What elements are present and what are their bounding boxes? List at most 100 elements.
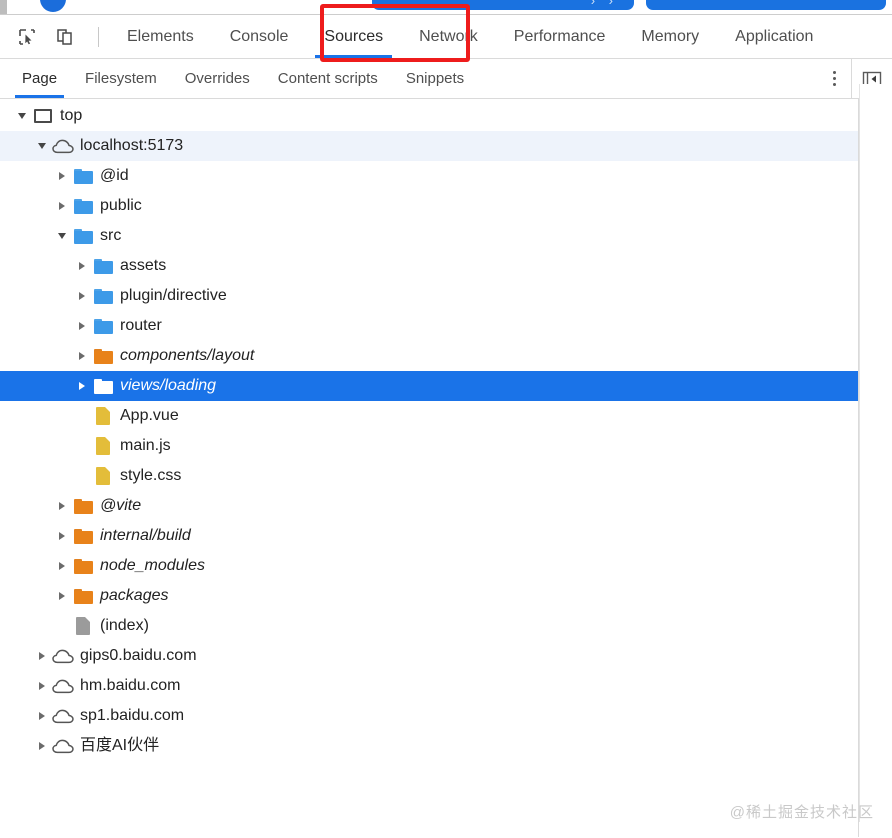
tree-row[interactable]: node_modules xyxy=(0,551,858,581)
chevron-right-icon[interactable] xyxy=(34,652,50,660)
tree-root: top localhost:5173 @id public src assets plugi… xyxy=(0,99,858,761)
subtab-filesystem[interactable]: Filesystem xyxy=(71,59,171,98)
tree-row[interactable]: style.css xyxy=(0,461,858,491)
tree-row[interactable]: plugin/directive xyxy=(0,281,858,311)
cloud-icon xyxy=(50,739,76,754)
folder-orange-icon xyxy=(70,558,96,574)
chevron-right-icon[interactable] xyxy=(54,532,70,540)
chevron-right-icon[interactable] xyxy=(34,742,50,750)
folder-blue-icon xyxy=(70,228,96,244)
tab-sources-label: Sources xyxy=(324,27,384,45)
tree-row[interactable]: 百度AI伙伴 xyxy=(0,731,858,761)
chevron-right-icon[interactable] xyxy=(74,382,90,390)
tab-elements[interactable]: Elements xyxy=(109,15,212,58)
subtab-page-label: Page xyxy=(22,70,58,87)
tab-application-label: Application xyxy=(735,27,814,45)
tree-row-label: App.vue xyxy=(120,407,179,424)
tab-performance[interactable]: Performance xyxy=(496,15,624,58)
chevron-down-icon[interactable] xyxy=(14,113,30,119)
tree-row[interactable]: sp1.baidu.com xyxy=(0,701,858,731)
navigator-file-tree[interactable]: top localhost:5173 @id public src assets plugi… xyxy=(0,99,859,837)
tree-row[interactable]: localhost:5173 xyxy=(0,131,858,161)
tree-row[interactable]: public xyxy=(0,191,858,221)
kebab-menu-icon[interactable] xyxy=(817,60,851,98)
tab-console[interactable]: Console xyxy=(212,15,307,58)
tree-row[interactable]: src xyxy=(0,221,858,251)
page-secondary-button[interactable] xyxy=(646,0,886,10)
chevron-right-icon[interactable] xyxy=(54,562,70,570)
window-left-edge-top xyxy=(0,0,7,14)
chevron-right-icon[interactable] xyxy=(74,292,90,300)
subtab-content-scripts[interactable]: Content scripts xyxy=(264,59,392,98)
tab-application[interactable]: Application xyxy=(717,15,831,58)
tree-row-label: components/layout xyxy=(120,347,255,364)
chevron-right-icon[interactable] xyxy=(74,352,90,360)
tab-sources[interactable]: Sources xyxy=(306,15,401,58)
tree-row-label: @vite xyxy=(100,497,142,514)
chevron-right-icon[interactable] xyxy=(54,202,70,210)
folder-blue-icon xyxy=(90,258,116,274)
navigator-subtabs: Page Filesystem Overrides Content script… xyxy=(0,59,478,98)
navigator-subtoolbar: Page Filesystem Overrides Content script… xyxy=(0,58,892,99)
chevron-down-icon[interactable] xyxy=(34,143,50,149)
doc-gray-icon xyxy=(70,617,96,635)
tree-row[interactable]: gips0.baidu.com xyxy=(0,641,858,671)
doc-yellow-icon xyxy=(90,437,116,455)
chevron-down-icon[interactable] xyxy=(54,233,70,239)
tab-memory[interactable]: Memory xyxy=(623,15,717,58)
tree-row-label: sp1.baidu.com xyxy=(80,707,185,724)
chevron-right-icon[interactable] xyxy=(74,262,90,270)
tree-row[interactable]: @vite xyxy=(0,491,858,521)
subtab-overrides[interactable]: Overrides xyxy=(171,59,264,98)
chevron-right-icon[interactable] xyxy=(34,712,50,720)
devtools-tabs: Elements Console Sources Network Perform… xyxy=(109,15,831,58)
page-primary-button-glyph: › › xyxy=(590,0,618,8)
tree-row-label: localhost:5173 xyxy=(80,137,184,154)
page-circle-badge xyxy=(40,0,66,12)
folder-orange-icon xyxy=(70,528,96,544)
page-primary-button[interactable]: › › xyxy=(372,0,634,10)
chevron-right-icon[interactable] xyxy=(54,502,70,510)
subtab-page[interactable]: Page xyxy=(8,59,71,98)
tree-row[interactable]: top xyxy=(0,101,858,131)
tree-row-label: top xyxy=(60,107,83,124)
doc-yellow-icon xyxy=(90,467,116,485)
tree-row-label: gips0.baidu.com xyxy=(80,647,197,664)
chevron-right-icon[interactable] xyxy=(54,172,70,180)
tree-row[interactable]: packages xyxy=(0,581,858,611)
chevron-right-icon[interactable] xyxy=(54,592,70,600)
toolbar-divider xyxy=(98,26,99,47)
tree-row-label: views/loading xyxy=(120,377,217,394)
tree-row[interactable]: assets xyxy=(0,251,858,281)
tab-memory-label: Memory xyxy=(641,27,700,45)
tree-row[interactable]: @id xyxy=(0,161,858,191)
tree-row[interactable]: components/layout xyxy=(0,341,858,371)
tree-row-label: main.js xyxy=(120,437,171,454)
folder-blue-icon xyxy=(70,198,96,214)
subtab-snippets[interactable]: Snippets xyxy=(392,59,478,98)
subtab-content-scripts-label: Content scripts xyxy=(277,70,378,87)
folder-orange-icon xyxy=(70,588,96,604)
folder-blue-icon xyxy=(90,288,116,304)
tree-row[interactable]: (index) xyxy=(0,611,858,641)
tree-row[interactable]: main.js xyxy=(0,431,858,461)
tab-network[interactable]: Network xyxy=(401,15,496,58)
tree-row-label: @id xyxy=(100,167,129,184)
tree-row[interactable]: router xyxy=(0,311,858,341)
tree-row[interactable]: hm.baidu.com xyxy=(0,671,858,701)
tree-row[interactable]: internal/build xyxy=(0,521,858,551)
tree-row-label: 百度AI伙伴 xyxy=(80,737,160,754)
frame-icon xyxy=(30,109,56,123)
tree-row-label: src xyxy=(100,227,122,244)
devtools-main-toolbar: Elements Console Sources Network Perform… xyxy=(0,15,892,59)
chevron-right-icon[interactable] xyxy=(34,682,50,690)
chevron-right-icon[interactable] xyxy=(74,322,90,330)
device-toolbar-icon[interactable] xyxy=(52,24,78,50)
tree-row-label: router xyxy=(120,317,162,334)
tree-row[interactable]: App.vue xyxy=(0,401,858,431)
tree-row-label: packages xyxy=(100,587,169,604)
tree-row[interactable]: views/loading xyxy=(0,371,858,401)
folder-blue-icon xyxy=(70,168,96,184)
navigator-right-gutter xyxy=(859,84,892,822)
inspect-element-icon[interactable] xyxy=(14,24,40,50)
